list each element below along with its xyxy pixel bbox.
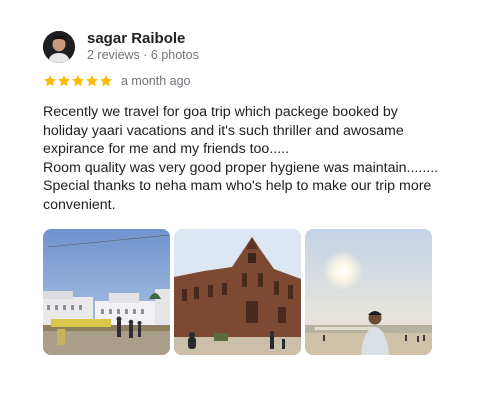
review-text-line: holiday yaari vacations and it's such th… — [43, 122, 404, 139]
review-text-line: convenient. — [43, 196, 116, 213]
review-photo-basilica[interactable] — [174, 229, 301, 355]
review-text-line: Special thanks to neha mam who's help to… — [43, 178, 432, 195]
review-text-line: Recently we travel for goa trip which pa… — [43, 104, 398, 120]
photo-image — [305, 229, 432, 355]
author-name[interactable]: sagar Raibole — [87, 30, 185, 47]
star-icon — [86, 75, 98, 87]
avatar-image — [43, 31, 75, 63]
review-photos — [43, 229, 436, 355]
star-icon — [58, 75, 70, 87]
author-meta: 2 reviews · 6 photos — [87, 48, 199, 62]
star-icon — [44, 75, 56, 87]
review-text: Recently we travel for goa trip which pa… — [43, 103, 483, 215]
photo-image — [174, 229, 301, 355]
review-photo-beach-sunset[interactable] — [305, 229, 432, 355]
review-text-line: expirance for me and my friends too..... — [43, 141, 290, 158]
review-text-line: Room quality was very good proper hygien… — [43, 159, 439, 176]
photo-image — [43, 229, 170, 355]
star-icon — [100, 75, 112, 87]
star-rating — [43, 74, 113, 88]
review-photo-white-buildings[interactable] — [43, 229, 170, 355]
star-icon — [72, 75, 84, 87]
avatar[interactable] — [43, 31, 75, 63]
review-date: a month ago — [121, 74, 191, 88]
review-card: sagar Raibole 2 reviews · 6 photos a mon… — [0, 0, 500, 400]
rating-row: a month ago — [43, 73, 191, 89]
